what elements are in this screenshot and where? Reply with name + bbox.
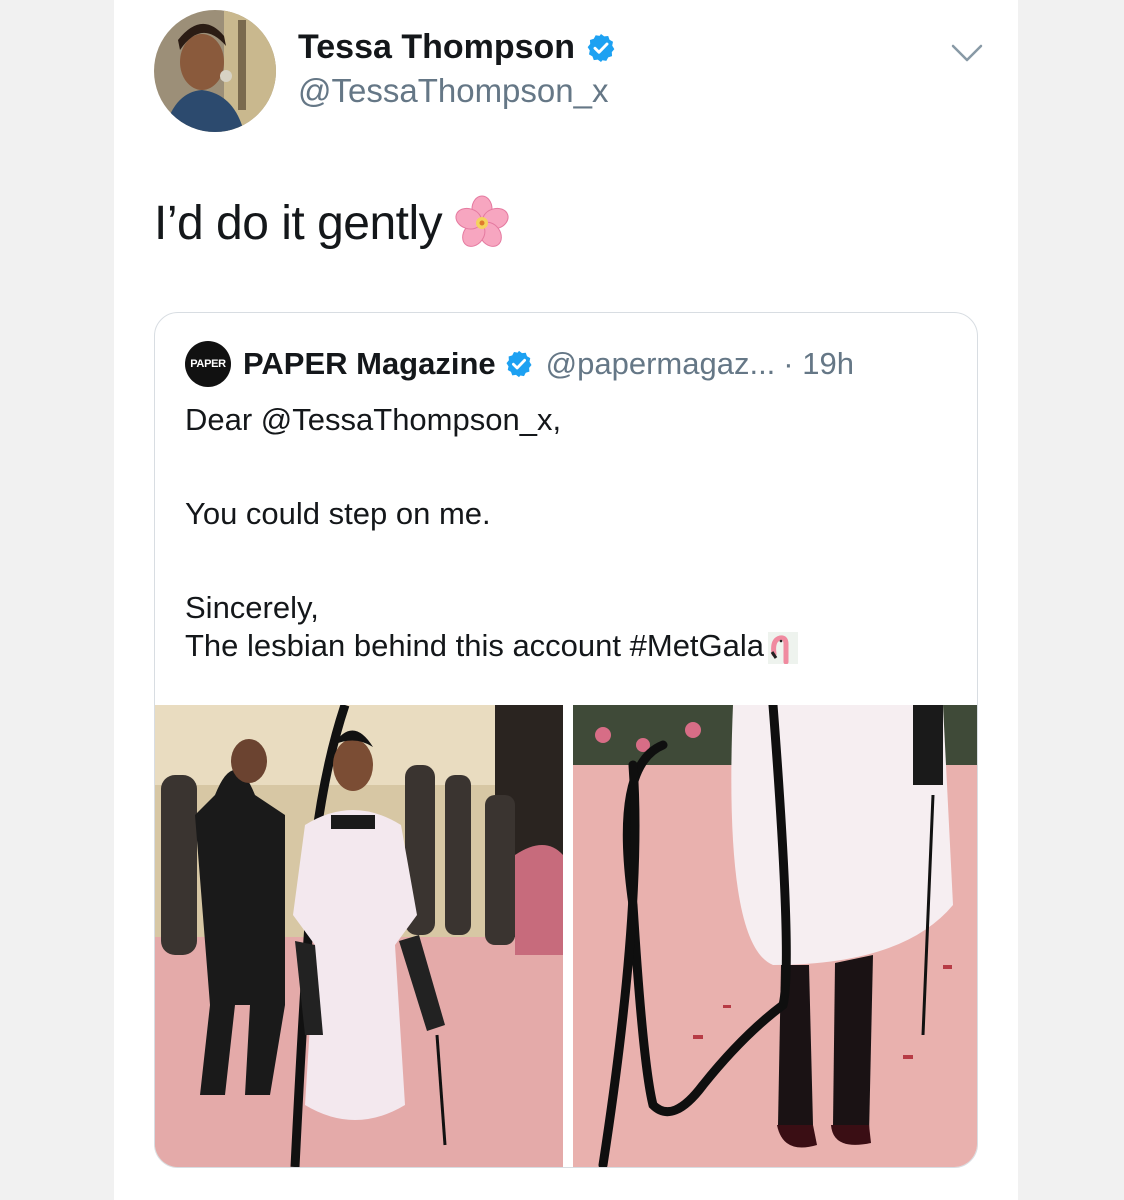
flamingo-emoji [768, 631, 799, 664]
media-photo-left[interactable] [155, 705, 563, 1167]
quoted-line: You could step on me. [185, 496, 491, 531]
quoted-line: Sincerely, [185, 590, 319, 625]
author-handle[interactable]: @TessaThompson_x [298, 72, 608, 110]
author-name-row: Tessa Thompson [298, 28, 617, 67]
paper-logo-avatar[interactable]: PAPER [185, 341, 231, 387]
quoted-header: PAPER PAPER Magazine @papermagaz... · 19… [185, 341, 854, 387]
quoted-timestamp[interactable]: · 19h [783, 346, 854, 382]
quoted-display-name[interactable]: PAPER Magazine [243, 346, 496, 382]
cherry-blossom-emoji [455, 195, 509, 247]
avatar[interactable] [154, 10, 276, 132]
tweet-text-content: I’d do it gently [154, 196, 443, 250]
tweet-text: I’d do it gently [154, 195, 510, 251]
quoted-line-last: The lesbian behind this account #MetGala [185, 627, 799, 665]
quoted-handle[interactable]: @papermagaz... [546, 346, 776, 382]
quoted-line: The lesbian behind this account #MetGala [185, 628, 765, 663]
media-photo-right[interactable] [573, 705, 977, 1167]
quoted-line: Dear @TessaThompson_x, [185, 402, 562, 437]
quoted-text: Dear @TessaThompson_x, You could step on… [185, 401, 799, 665]
chevron-down-icon[interactable] [950, 42, 984, 66]
author-display-name[interactable]: Tessa Thompson [298, 28, 575, 67]
verified-icon [587, 33, 615, 62]
verified-icon [506, 350, 532, 378]
tweet-card: Tessa Thompson @TessaThompson_x I’d do i… [114, 0, 1018, 1200]
quoted-tweet[interactable]: PAPER PAPER Magazine @papermagaz... · 19… [154, 312, 978, 1168]
